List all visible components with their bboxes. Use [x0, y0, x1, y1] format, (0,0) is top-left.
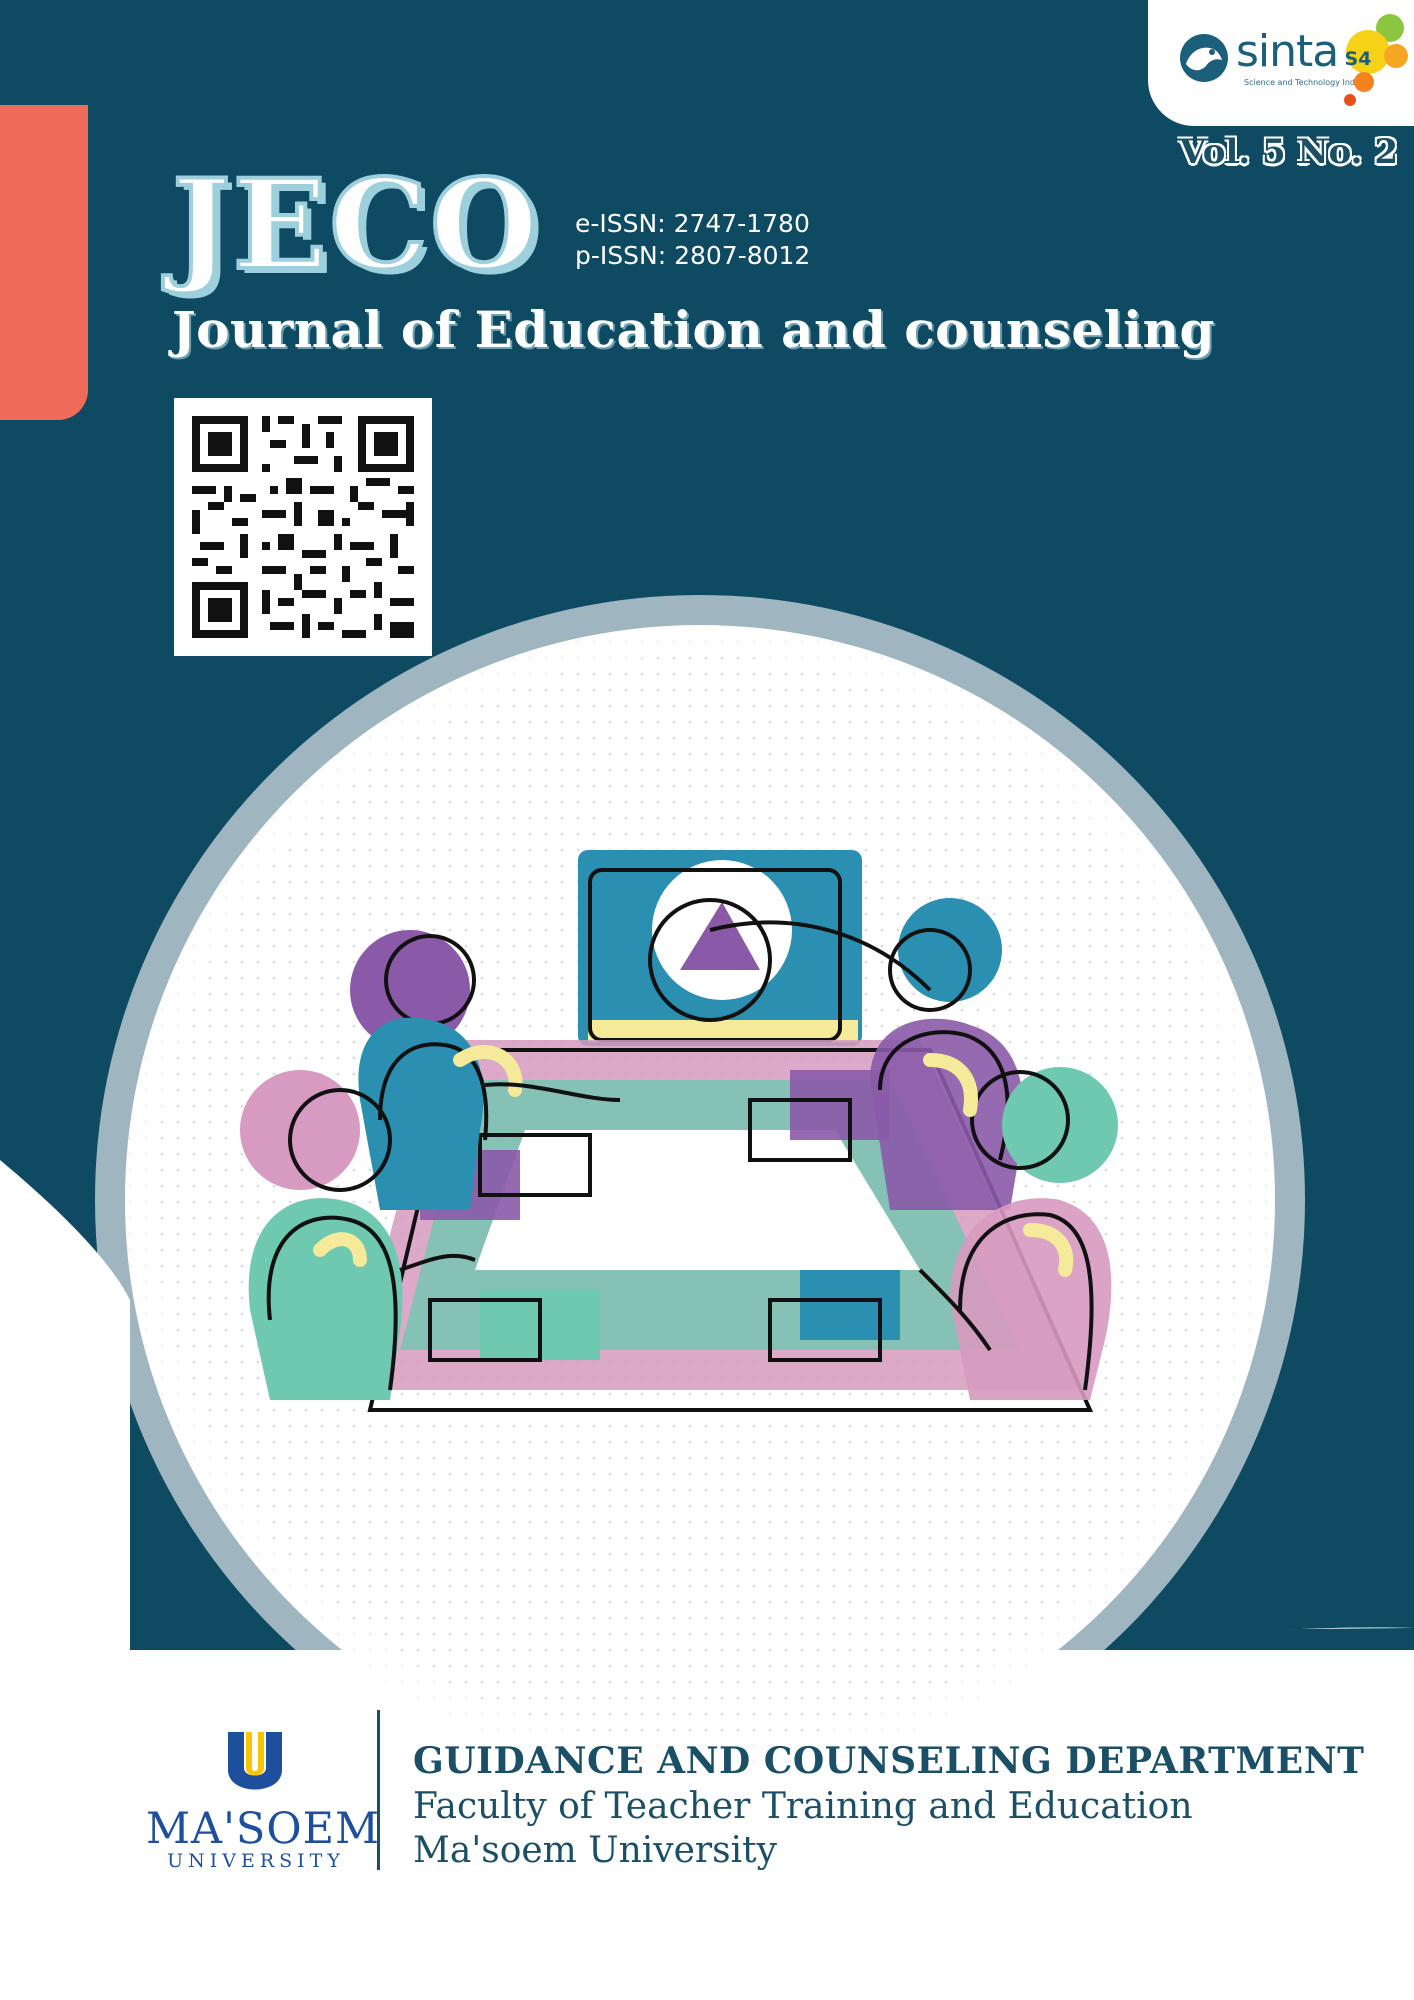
coral-accent-tab: [0, 105, 88, 420]
department-name: GUIDANCE AND COUNSELING DEPARTMENT: [413, 1740, 1365, 1782]
sinta-badge: sinta Science and Technology Index S4: [1148, 0, 1414, 126]
volume-number: Vol. 5 No. 2: [1179, 132, 1398, 172]
e-issn: e-ISSN: 2747-1780: [575, 209, 810, 238]
publisher-divider: [377, 1710, 380, 1870]
journal-title: Journal of Education and counseling: [172, 300, 1215, 359]
masoem-logo-icon: [228, 1732, 282, 1790]
university-name: Ma'soem University: [413, 1830, 777, 1871]
qr-code[interactable]: [174, 398, 432, 656]
issn-block: e-ISSN: 2747-1780 p-ISSN: 2807-8012: [575, 208, 810, 272]
university-wordmark: MA'SOEM: [146, 1804, 381, 1854]
university-wordmark-sub: UNIVERSITY: [167, 1850, 345, 1872]
p-issn: p-ISSN: 2807-8012: [575, 241, 811, 270]
meeting-illustration: [240, 850, 1118, 1412]
journal-acronym: JECO: [170, 153, 540, 298]
qr-code-icon: [174, 398, 432, 656]
sinta-logo-icon: [1180, 34, 1228, 82]
sinta-grade-label: S4: [1344, 48, 1372, 70]
faculty-name: Faculty of Teacher Training and Educatio…: [413, 1786, 1193, 1827]
